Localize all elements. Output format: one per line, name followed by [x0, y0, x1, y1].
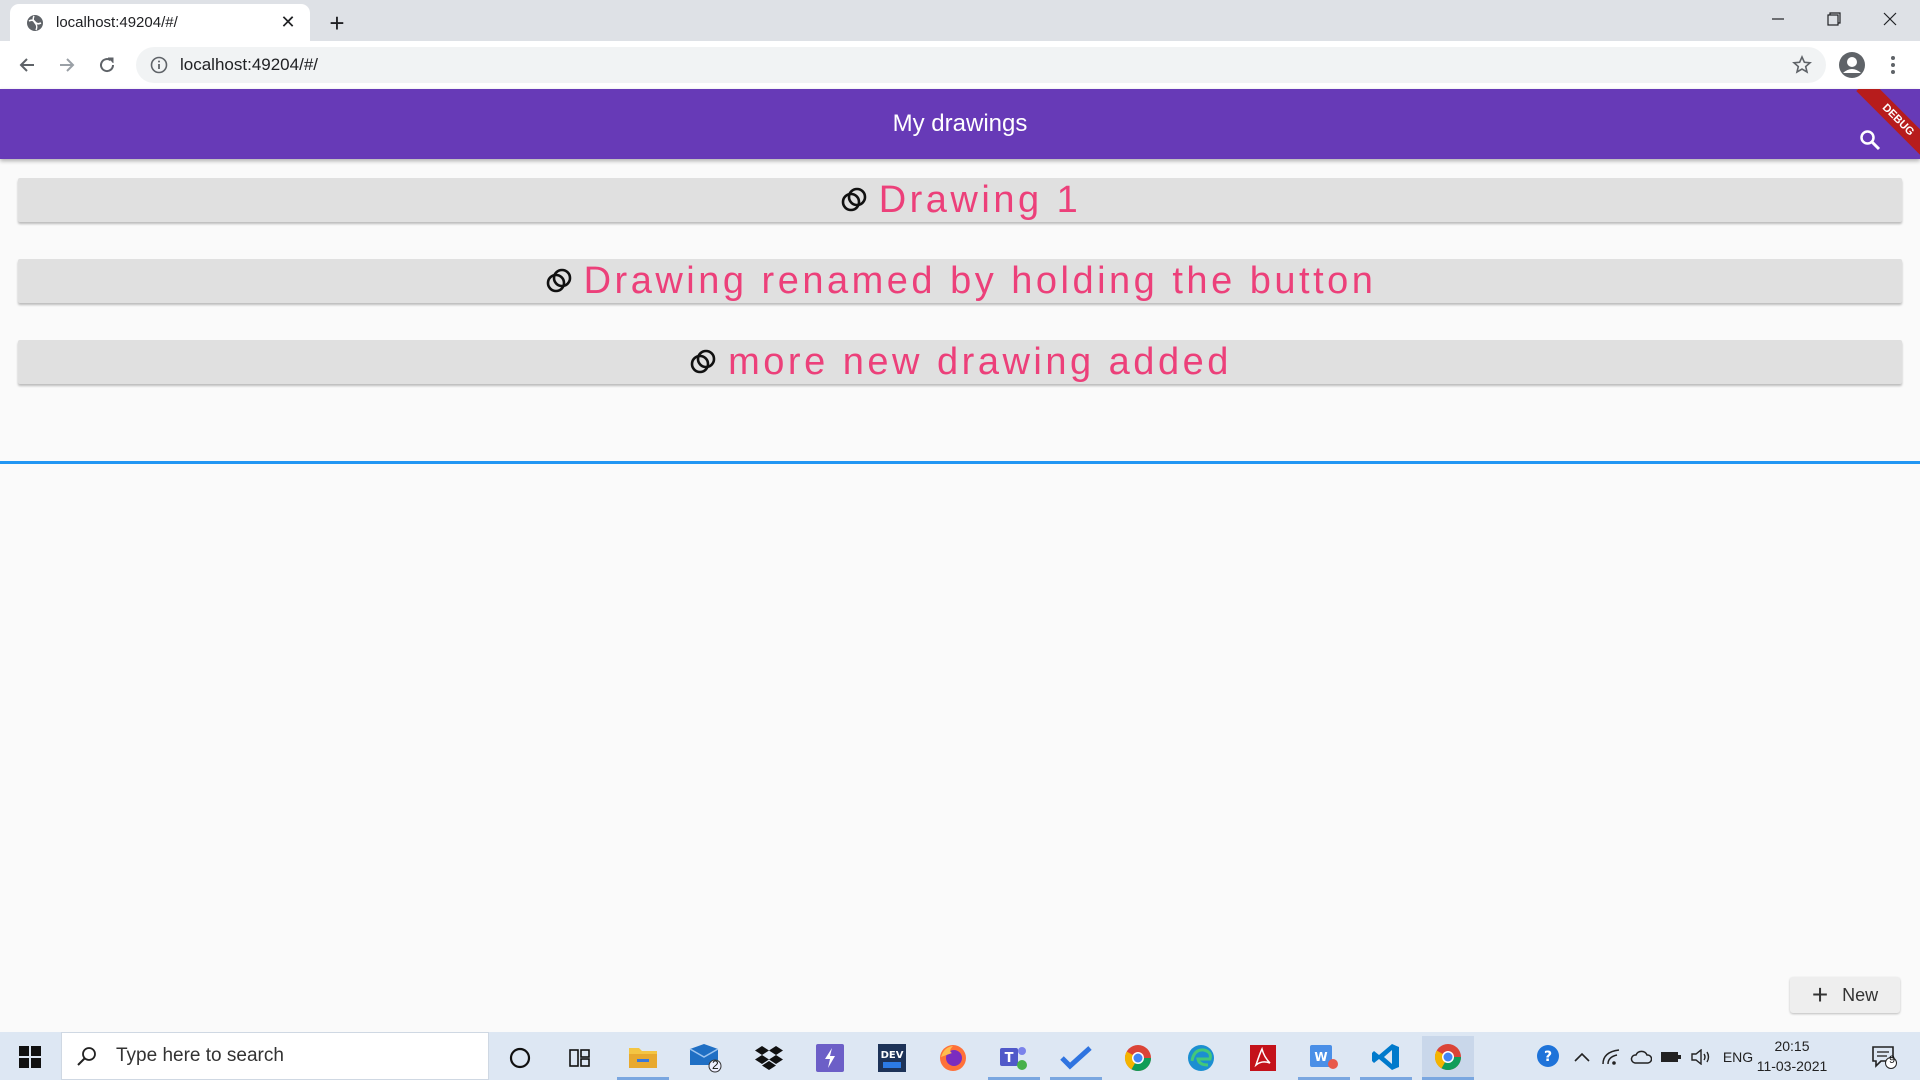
help-icon[interactable]: ?: [1533, 1044, 1565, 1070]
address-bar[interactable]: localhost:49204/#/: [136, 47, 1826, 83]
drawing-item-label: Drawing 1: [878, 178, 1082, 221]
clock-date: 11-03-2021: [1756, 1058, 1828, 1074]
drawing-item-2[interactable]: Drawing renamed by holding the button: [18, 259, 1902, 303]
svg-text:T: T: [1005, 1051, 1014, 1066]
debug-banner-label: DEBUG: [1856, 89, 1920, 162]
mail-badge: 2: [712, 1058, 719, 1072]
volume-icon[interactable]: [1688, 1044, 1714, 1070]
chrome-active-icon[interactable]: [1422, 1036, 1474, 1080]
link-rings-icon: [690, 349, 716, 374]
file-explorer-icon[interactable]: [617, 1036, 669, 1080]
network-icon[interactable]: [1598, 1044, 1624, 1070]
taskbar-search-box[interactable]: Type here to search: [61, 1032, 489, 1080]
drawing-item-3[interactable]: more new drawing added: [18, 340, 1902, 384]
svg-text:DEV: DEV: [881, 1050, 904, 1061]
windows-start-icon[interactable]: [10, 1040, 50, 1074]
kebab-menu-icon[interactable]: [1880, 49, 1906, 81]
cortana-icon[interactable]: [494, 1036, 546, 1080]
url-text: localhost:49204/#/: [180, 55, 318, 74]
new-tab-button[interactable]: +: [320, 6, 354, 40]
debug-banner: DEBUG: [1840, 89, 1920, 169]
page-title: My drawings: [892, 110, 1028, 137]
dev-app-icon[interactable]: DEV: [866, 1036, 918, 1080]
plus-icon: +: [1811, 979, 1829, 1010]
battery-icon[interactable]: [1658, 1044, 1684, 1070]
todo-icon[interactable]: [1050, 1036, 1102, 1080]
restore-icon[interactable]: [1806, 0, 1862, 38]
drawing-item-label: Drawing renamed by holding the button: [583, 259, 1377, 302]
svg-text:?: ?: [1544, 1049, 1552, 1065]
new-drawing-button[interactable]: + New: [1790, 977, 1900, 1013]
bookmark-star-icon[interactable]: [1792, 55, 1812, 75]
link-rings-icon: [546, 268, 571, 293]
globe-icon: [27, 14, 43, 31]
reload-icon[interactable]: [91, 49, 123, 81]
task-view-icon[interactable]: [554, 1036, 606, 1080]
search-icon: [77, 1047, 96, 1066]
firefox-icon[interactable]: [927, 1036, 979, 1080]
link-rings-icon: [841, 187, 867, 212]
back-arrow-icon[interactable]: [11, 49, 43, 81]
taskbar-clock[interactable]: 20:15 11-03-2021: [1754, 1036, 1830, 1076]
teams-icon[interactable]: T: [988, 1036, 1040, 1080]
taskbar-search-placeholder: Type here to search: [116, 1045, 284, 1066]
browser-tab[interactable]: localhost:49204/#/ ✕: [10, 4, 310, 41]
new-button-label: New: [1842, 984, 1879, 1005]
info-icon[interactable]: [150, 56, 168, 74]
dropbox-icon[interactable]: [743, 1036, 795, 1080]
tab-title: localhost:49204/#/: [56, 14, 178, 31]
pdf-reader-icon[interactable]: [1237, 1036, 1289, 1080]
forward-arrow-icon[interactable]: [51, 49, 83, 81]
window-close-icon[interactable]: [1862, 0, 1918, 38]
divider-line: [0, 461, 1920, 464]
chevron-up-icon[interactable]: [1570, 1044, 1594, 1070]
minimize-icon[interactable]: [1750, 0, 1806, 38]
notification-icon[interactable]: 9: [1866, 1044, 1902, 1070]
drawing-item-1[interactable]: Drawing 1: [18, 178, 1902, 222]
power-automate-icon[interactable]: [804, 1036, 856, 1080]
edge-icon[interactable]: [1175, 1036, 1227, 1080]
notification-count: 9: [1889, 1054, 1896, 1066]
onedrive-cloud-icon[interactable]: [1628, 1044, 1654, 1070]
tab-close-icon[interactable]: ✕: [276, 11, 300, 35]
clock-time: 20:15: [1774, 1038, 1810, 1054]
vscode-icon[interactable]: [1360, 1036, 1412, 1080]
mail-icon[interactable]: 2: [680, 1036, 732, 1080]
language-indicator[interactable]: ENG: [1718, 1044, 1758, 1070]
word-app-icon[interactable]: W: [1298, 1036, 1350, 1080]
chrome-icon[interactable]: [1112, 1036, 1164, 1080]
drawing-item-label: more new drawing added: [728, 340, 1232, 383]
profile-avatar-icon[interactable]: [1836, 49, 1868, 81]
svg-text:W: W: [1314, 1050, 1327, 1064]
